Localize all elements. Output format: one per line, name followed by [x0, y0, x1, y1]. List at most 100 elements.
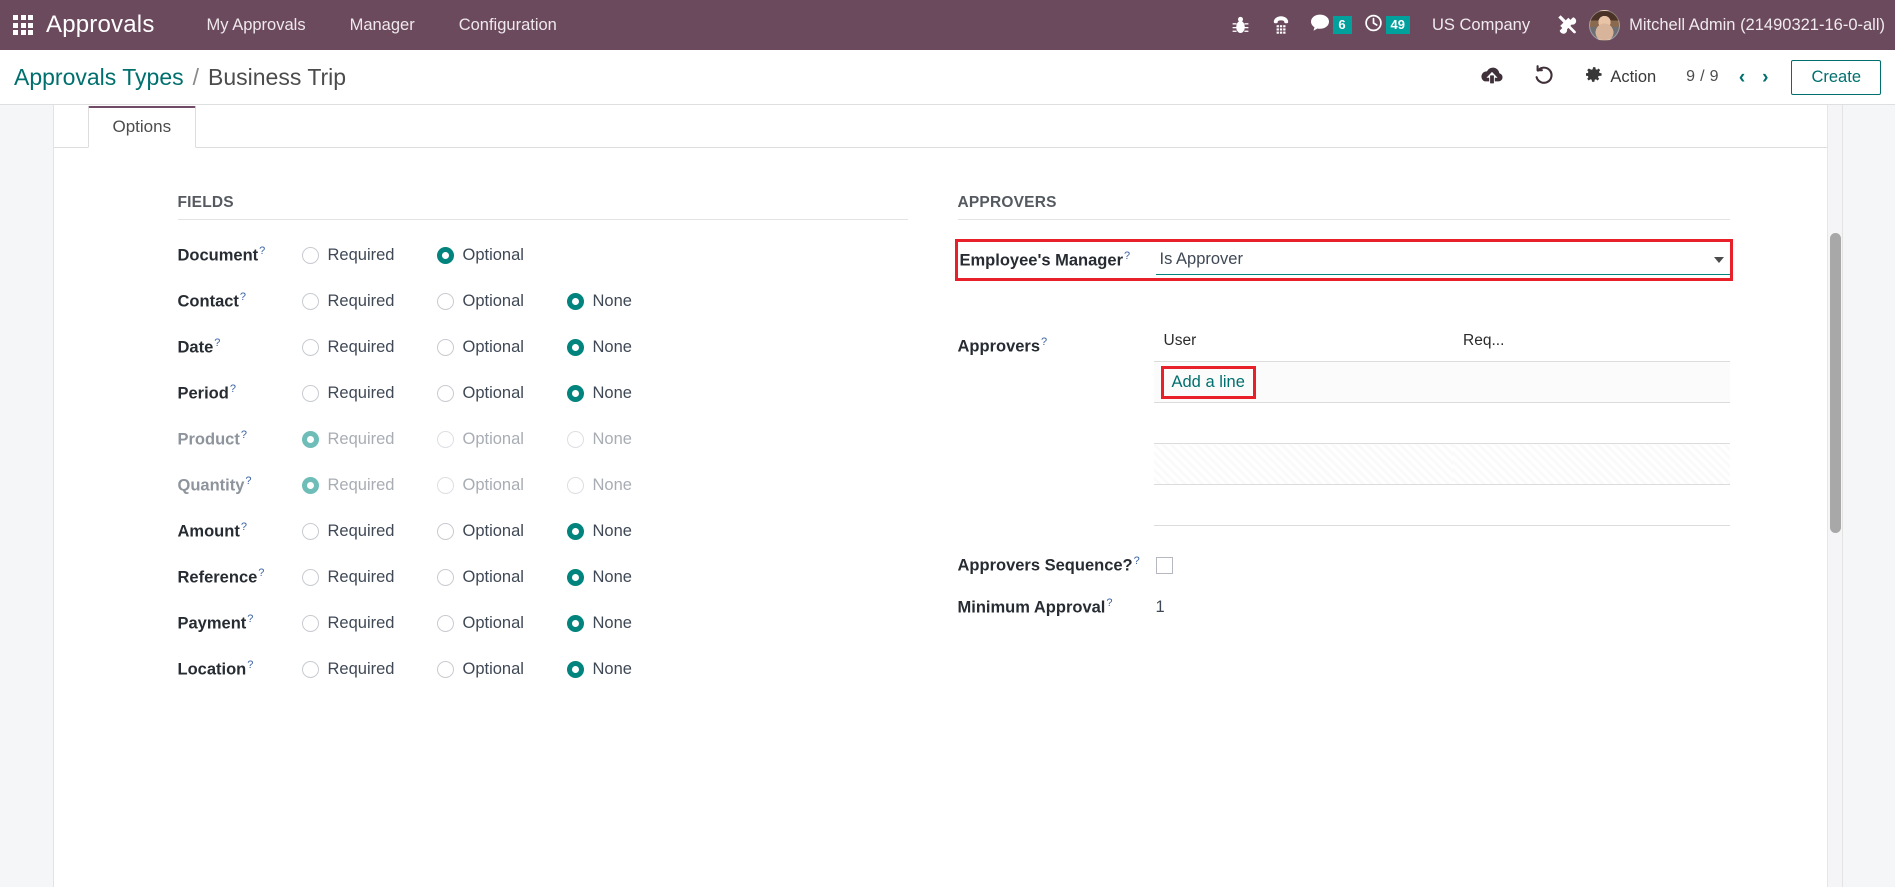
create-button[interactable]: Create	[1791, 60, 1881, 95]
approvers-sequence-checkbox[interactable]	[1156, 557, 1173, 574]
radio-group-payment: Required Optional None	[302, 614, 632, 633]
radio-payment-none[interactable]: None	[567, 614, 632, 633]
radio-period-none[interactable]: None	[567, 384, 632, 403]
tooltip-marker-icon[interactable]: ?	[241, 429, 247, 441]
radio-label: None	[593, 614, 632, 633]
field-label-text: Product	[178, 430, 240, 448]
discard-button[interactable]	[1519, 60, 1570, 94]
scrollbar-thumb[interactable]	[1830, 233, 1841, 533]
radio-dot-icon	[567, 569, 584, 586]
radio-dot-icon	[302, 661, 319, 678]
radio-location-required[interactable]: Required	[302, 660, 413, 679]
tooltip-marker-icon[interactable]: ?	[1134, 555, 1140, 567]
dialpad-icon[interactable]	[1261, 0, 1302, 50]
radio-reference-optional[interactable]: Optional	[437, 568, 543, 587]
radio-date-none[interactable]: None	[567, 338, 632, 357]
pager-previous-button[interactable]: ‹	[1732, 66, 1752, 89]
vertical-scrollbar[interactable]	[1827, 105, 1842, 887]
activities-counter[interactable]: 49	[1356, 0, 1414, 50]
radio-contact-none[interactable]: None	[567, 292, 632, 311]
column-header-required[interactable]: Req...	[1453, 332, 1729, 362]
add-a-line-button[interactable]: Add a line	[1164, 369, 1253, 396]
radio-amount-none[interactable]: None	[567, 522, 632, 541]
chevron-down-icon	[1714, 257, 1724, 263]
radio-group-contact: Required Optional None	[302, 292, 632, 311]
menu-item-my-approvals[interactable]: My Approvals	[185, 0, 328, 50]
action-menu-button[interactable]: Action	[1570, 60, 1672, 94]
breadcrumb-parent-approvals-types[interactable]: Approvals Types	[14, 64, 184, 91]
employees-manager-field[interactable]: Employee's Manager? Is Approver	[958, 242, 1730, 278]
menu-item-manager[interactable]: Manager	[328, 0, 437, 50]
tooltip-marker-icon[interactable]: ?	[247, 613, 253, 625]
approvers-group: APPROVERS Employee's Manager? Is Approve…	[948, 194, 1842, 692]
action-label: Action	[1610, 68, 1656, 87]
menu-item-configuration[interactable]: Configuration	[437, 0, 579, 50]
column-header-user[interactable]: User	[1154, 332, 1454, 362]
radio-contact-optional[interactable]: Optional	[437, 292, 543, 311]
radio-payment-optional[interactable]: Optional	[437, 614, 543, 633]
tooltip-marker-icon[interactable]: ?	[240, 291, 246, 303]
radio-label: Required	[328, 292, 395, 311]
radio-contact-required[interactable]: Required	[302, 292, 413, 311]
radio-location-optional[interactable]: Optional	[437, 660, 543, 679]
minimum-approval-value[interactable]: 1	[1154, 598, 1165, 617]
radio-label: Optional	[463, 292, 524, 311]
save-button[interactable]	[1465, 60, 1519, 94]
tooltip-marker-icon[interactable]: ?	[214, 337, 220, 349]
radio-reference-none[interactable]: None	[567, 568, 632, 587]
field-row-product: Product?RequiredOptionalNone	[178, 416, 908, 462]
radio-date-required[interactable]: Required	[302, 338, 413, 357]
tooltip-marker-icon[interactable]: ?	[230, 383, 236, 395]
radio-payment-required[interactable]: Required	[302, 614, 413, 633]
radio-dot-icon	[437, 661, 454, 678]
tooltip-marker-icon[interactable]: ?	[1124, 250, 1130, 262]
pager-next-button[interactable]: ›	[1755, 66, 1775, 89]
radio-dot-icon	[437, 523, 454, 540]
user-menu[interactable]: Mitchell Admin (21490321-16-0-all)	[1589, 10, 1891, 41]
radio-amount-optional[interactable]: Optional	[437, 522, 543, 541]
tab-options[interactable]: Options	[88, 106, 197, 148]
breadcrumb: Approvals Types / Business Trip	[14, 64, 346, 91]
breadcrumb-separator: /	[184, 64, 208, 91]
tooltip-marker-icon[interactable]: ?	[247, 659, 253, 671]
radio-dot-icon	[567, 385, 584, 402]
apps-grid-icon[interactable]	[0, 0, 46, 50]
radio-label: None	[593, 660, 632, 679]
radio-period-required[interactable]: Required	[302, 384, 413, 403]
app-brand-approvals[interactable]: Approvals	[46, 11, 185, 39]
radio-group-document: Required Optional	[302, 246, 543, 265]
tooltip-marker-icon[interactable]: ?	[259, 245, 265, 257]
messages-counter[interactable]: 6	[1302, 0, 1356, 50]
radio-label: None	[593, 476, 632, 495]
company-switcher[interactable]: US Company	[1414, 0, 1548, 50]
radio-period-optional[interactable]: Optional	[437, 384, 543, 403]
employees-manager-select[interactable]: Is Approver	[1156, 245, 1730, 275]
bug-icon[interactable]	[1220, 0, 1261, 50]
radio-reference-required[interactable]: Required	[302, 568, 413, 587]
radio-amount-required[interactable]: Required	[302, 522, 413, 541]
tooltip-marker-icon[interactable]: ?	[1106, 597, 1112, 609]
pager-counts: 9 / 9	[1686, 68, 1729, 86]
tooltip-marker-icon[interactable]: ?	[1041, 336, 1047, 348]
radio-location-none[interactable]: None	[567, 660, 632, 679]
field-label-text: Amount	[178, 522, 240, 540]
radio-dot-icon	[437, 477, 454, 494]
radio-document-optional[interactable]: Optional	[437, 246, 543, 265]
tooltip-marker-icon[interactable]: ?	[241, 521, 247, 533]
radio-document-required[interactable]: Required	[302, 246, 413, 265]
radio-date-optional[interactable]: Optional	[437, 338, 543, 357]
empty-cell	[1154, 485, 1454, 526]
radio-label: Required	[328, 384, 395, 403]
radio-product-required: Required	[302, 430, 413, 449]
radio-dot-icon	[302, 569, 319, 586]
tooltip-marker-icon[interactable]: ?	[245, 475, 251, 487]
pager: 9 / 9 ‹ ›	[1672, 66, 1775, 89]
fields-rows: Document?RequiredOptionalContact?Require…	[178, 232, 908, 692]
tools-wrench-icon[interactable]	[1548, 0, 1589, 50]
radio-label: Optional	[463, 614, 524, 633]
tooltip-marker-icon[interactable]: ?	[258, 567, 264, 579]
radio-group-location: Required Optional None	[302, 660, 632, 679]
radio-group-period: Required Optional None	[302, 384, 632, 403]
radio-label: Optional	[463, 660, 524, 679]
radio-label: None	[593, 338, 632, 357]
